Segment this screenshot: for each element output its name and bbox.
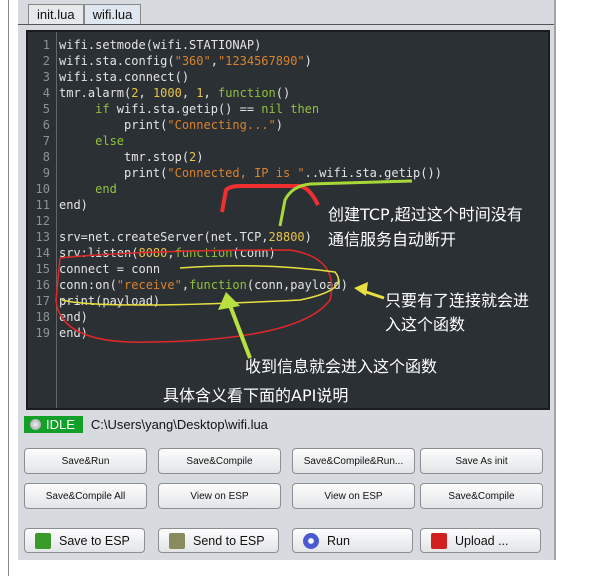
red-ellipse <box>55 249 333 343</box>
red-annotation-line <box>220 184 320 213</box>
annotation-tcp-line1: 创建TCP,超过这个时间没有 <box>328 205 523 224</box>
annotation-api: 具体含义看下面的API说明 <box>163 386 349 405</box>
annotation-conn-line2: 入这个函数 <box>385 315 466 334</box>
annotation-tcp-line2: 通信服务自动断开 <box>328 230 457 249</box>
yellow-arrow-head <box>354 282 368 296</box>
green-arrow-head <box>218 292 240 310</box>
green-arrow <box>226 299 252 359</box>
yellow-ellipse <box>61 265 340 306</box>
annotation-conn-line1: 只要有了连接就会进 <box>385 291 530 310</box>
annotation-receive: 收到信息就会进入这个函数 <box>245 357 438 376</box>
